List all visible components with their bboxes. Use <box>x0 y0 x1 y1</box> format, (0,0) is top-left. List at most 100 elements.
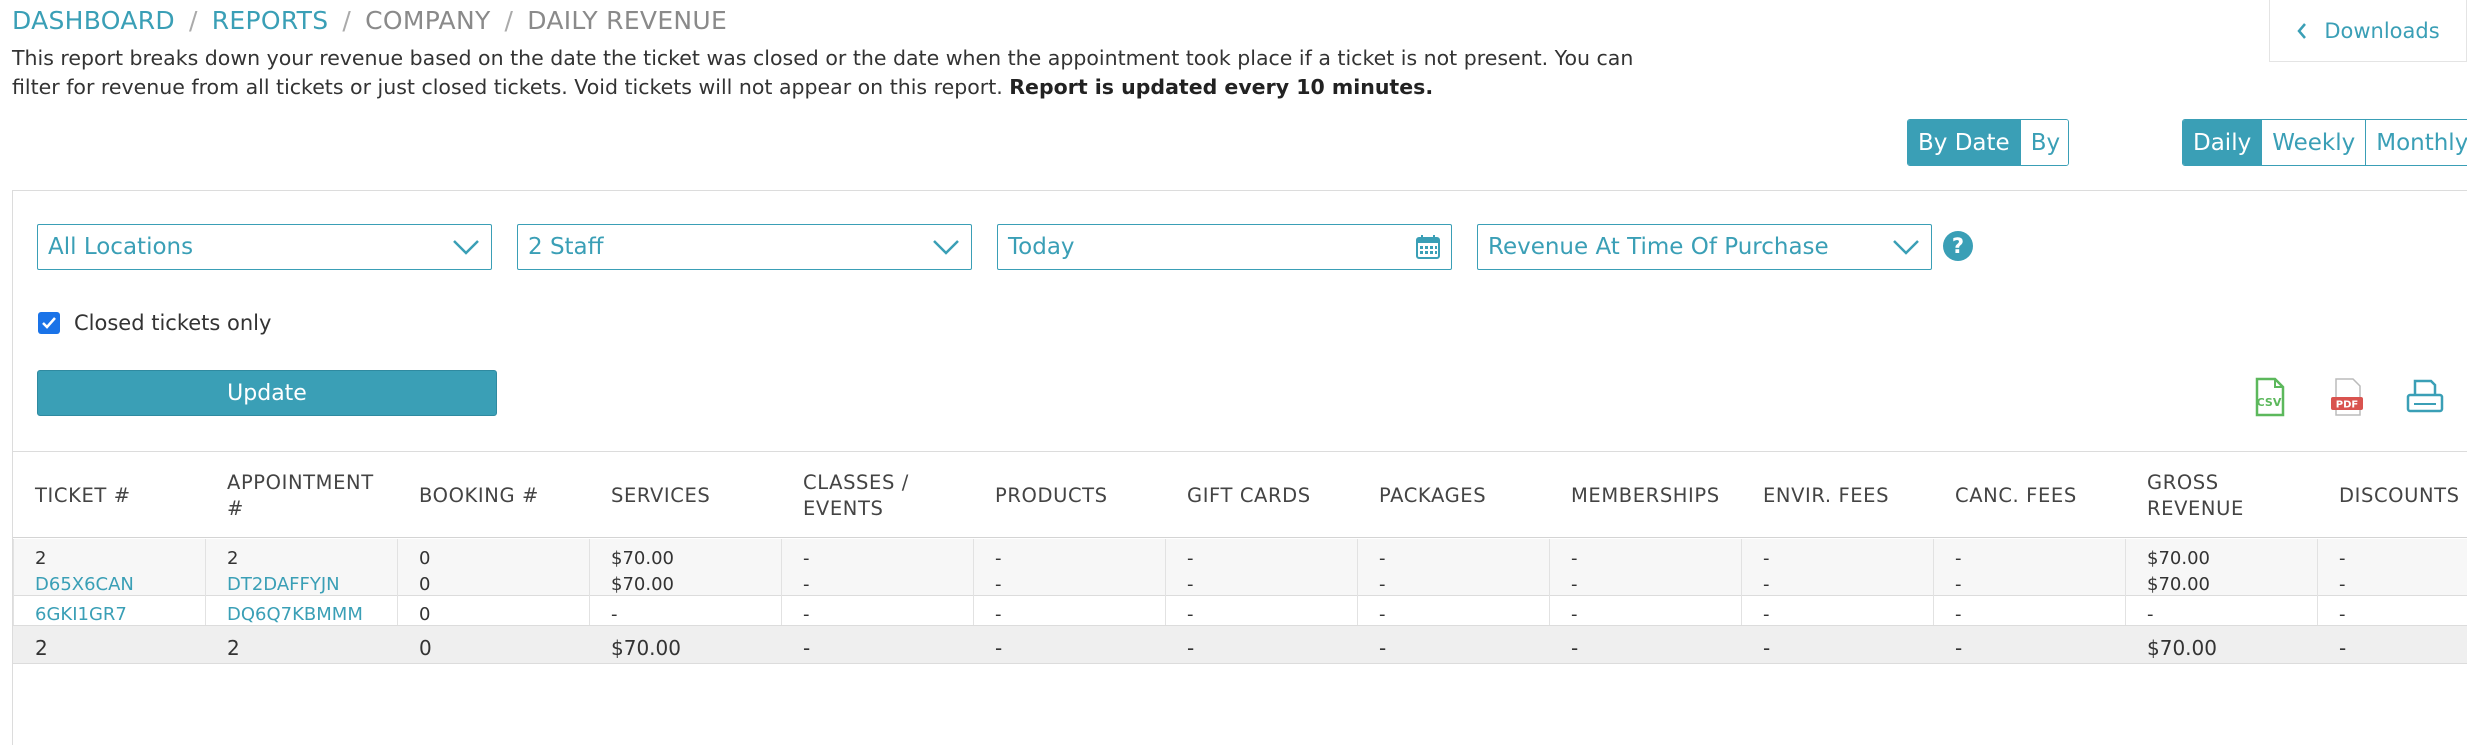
column-header[interactable]: BOOKING # <box>397 452 589 539</box>
row-group-background <box>13 539 2467 595</box>
column-header[interactable]: PACKAGES <box>1357 452 1549 539</box>
table-cell: - <box>2339 574 2346 595</box>
daily-button[interactable]: Daily <box>2183 120 2262 165</box>
column-header[interactable]: APPOINTMENT # <box>205 452 397 539</box>
table-cell: - <box>1763 574 1770 595</box>
column-header[interactable]: DISCOUNTS <box>2317 452 2467 539</box>
table-cell-link[interactable]: DT2DAFFYJN <box>205 574 340 595</box>
column-header-line: MEMBERSHIPS <box>1571 483 1720 507</box>
table-cell: - <box>1379 548 1386 569</box>
table-cell: - <box>1187 636 1195 660</box>
table-cell: $70.00 <box>2147 548 2210 569</box>
description-update-note: Report is updated every 10 minutes. <box>1009 75 1434 99</box>
location-select[interactable]: All Locations <box>37 224 492 270</box>
weekly-button[interactable]: Weekly <box>2261 120 2366 165</box>
column-header[interactable]: GROSS REVENUE <box>2125 452 2317 539</box>
column-header-line: APPOINTMENT # <box>227 470 374 520</box>
downloads-button[interactable]: Downloads <box>2269 0 2467 62</box>
table-cell: - <box>1571 574 1578 595</box>
column-header-line: CLASSES / <box>803 470 909 494</box>
column-header[interactable]: CLASSES / EVENTS <box>781 452 973 539</box>
table-cell: - <box>1763 548 1770 569</box>
column-header[interactable]: CANC. FEES <box>1933 452 2125 539</box>
table-cell: $70.00 <box>2147 636 2217 660</box>
chevron-down-icon <box>1893 240 1919 255</box>
monthly-button[interactable]: Monthly <box>2365 120 2467 165</box>
view-toggle: By Date By Location <box>1907 119 2069 166</box>
column-header-line: ENVIR. FEES <box>1763 483 1890 507</box>
csv-label: CSV <box>2257 396 2282 409</box>
period-toggle: Daily Weekly Monthly <box>2182 119 2467 166</box>
table-cell: 0 <box>419 574 431 595</box>
table-cell: - <box>803 548 810 569</box>
chevron-left-icon <box>2297 22 2307 39</box>
table-cell: - <box>2339 604 2346 625</box>
column-header-line: REVENUE <box>2147 496 2244 520</box>
report-panel: All Locations 2 Staff Today Revenue At T… <box>12 190 2467 745</box>
revenue-type-select[interactable]: Revenue At Time Of Purchase <box>1477 224 1932 270</box>
table-cell: - <box>995 636 1003 660</box>
column-header[interactable]: PRODUCTS <box>973 452 1165 539</box>
table-cell: 2 <box>227 636 240 660</box>
column-header-line: BOOKING # <box>419 483 539 507</box>
column-header-line: PACKAGES <box>1379 483 1487 507</box>
table-cell: 2 <box>227 548 239 569</box>
table-cell: - <box>1955 604 1962 625</box>
table-cell: - <box>1379 636 1387 660</box>
table-cell: 0 <box>419 548 431 569</box>
column-header-line: CANC. FEES <box>1955 483 2077 507</box>
table-cell: - <box>1571 636 1579 660</box>
table-cell: - <box>803 604 810 625</box>
table-cell: - <box>995 604 1002 625</box>
help-icon[interactable]: ? <box>1943 231 1973 261</box>
date-picker[interactable]: Today <box>997 224 1452 270</box>
breadcrumb-current: DAILY REVENUE <box>527 6 728 35</box>
table-cell: - <box>611 604 618 625</box>
totals-row-background <box>13 626 2467 663</box>
table-cell-link[interactable]: D65X6CAN <box>13 574 134 595</box>
table-cell: - <box>1763 636 1771 660</box>
by-date-button[interactable]: By Date <box>1908 120 2020 165</box>
column-header[interactable]: GIFT CARDS <box>1165 452 1357 539</box>
column-header-line: DISCOUNTS <box>2339 483 2460 507</box>
breadcrumb-company: COMPANY <box>365 6 491 35</box>
date-picker-value: Today <box>1008 234 1075 260</box>
printer-icon <box>2406 379 2444 413</box>
closed-tickets-label: Closed tickets only <box>74 311 272 335</box>
column-header[interactable]: ENVIR. FEES <box>1741 452 1933 539</box>
calendar-icon[interactable] <box>1415 234 1441 260</box>
pdf-export-icon[interactable]: PDF <box>2327 377 2367 421</box>
by-location-button[interactable]: By Location <box>2019 120 2068 165</box>
staff-select[interactable]: 2 Staff <box>517 224 972 270</box>
breadcrumb-reports[interactable]: REPORTS <box>212 6 329 35</box>
column-header-line: EVENTS <box>803 496 884 520</box>
table-cell: - <box>1379 604 1386 625</box>
column-header-line: GROSS <box>2147 470 2219 494</box>
downloads-label: Downloads <box>2324 18 2440 43</box>
table-cell: - <box>1187 548 1194 569</box>
pdf-label: PDF <box>2336 400 2358 411</box>
checkmark-icon <box>42 317 56 329</box>
csv-export-icon[interactable]: CSV <box>2249 377 2289 421</box>
closed-tickets-row: Closed tickets only <box>38 311 271 335</box>
breadcrumb-dashboard[interactable]: DASHBOARD <box>12 6 175 35</box>
print-icon[interactable] <box>2405 377 2445 421</box>
closed-tickets-checkbox[interactable] <box>38 312 60 334</box>
row-divider <box>13 663 2467 664</box>
column-header-line: SERVICES <box>611 483 711 507</box>
table-cell-link[interactable]: DQ6Q7KBMMM <box>205 604 363 625</box>
column-header[interactable]: TICKET # <box>13 452 205 539</box>
update-button[interactable]: Update <box>37 370 497 416</box>
column-header-line: PRODUCTS <box>995 483 1108 507</box>
table-cell: 2 <box>35 636 48 660</box>
table-cell: - <box>995 574 1002 595</box>
chevron-down-icon <box>933 240 959 255</box>
breadcrumb-separator: / <box>342 6 352 35</box>
table-cell: - <box>2339 636 2347 660</box>
table-cell: - <box>2339 548 2346 569</box>
breadcrumb-separator: / <box>504 6 514 35</box>
table-cell: - <box>1379 574 1386 595</box>
column-header[interactable]: MEMBERSHIPS <box>1549 452 1741 539</box>
column-header[interactable]: SERVICES <box>589 452 781 539</box>
table-cell-link[interactable]: 6GKI1GR7 <box>13 604 127 625</box>
